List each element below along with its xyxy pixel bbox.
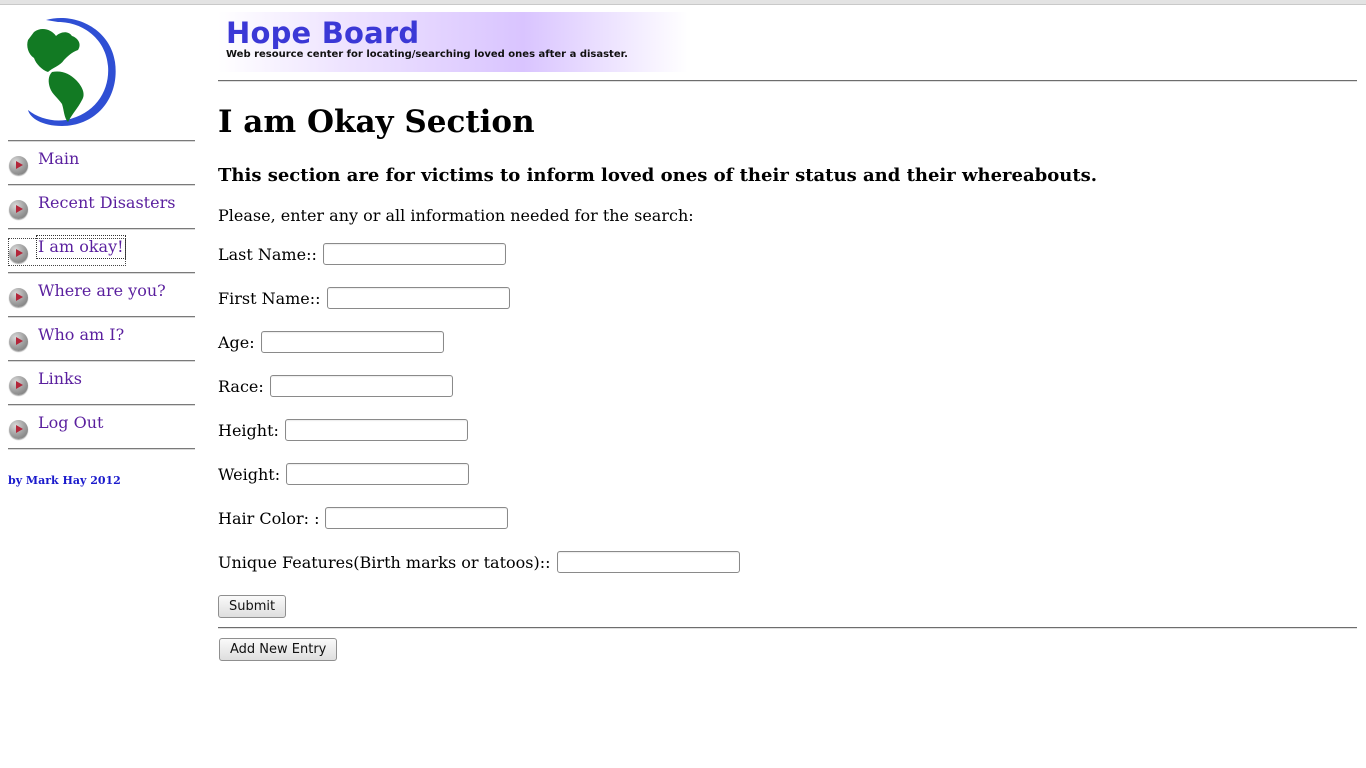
unique-features-label: Unique Features(Birth marks or tatoos):: — [218, 552, 551, 572]
first-name-label: First Name:: — [218, 288, 321, 308]
hair-color-label: Hair Color: : — [218, 508, 320, 528]
weight-field[interactable] — [286, 463, 470, 485]
arrow-bullet-icon — [9, 156, 28, 175]
first-name-row: First Name:: — [218, 286, 510, 310]
nav-item-links[interactable]: Links — [8, 362, 195, 404]
arrow-bullet-icon — [9, 288, 28, 307]
site-title: Hope Board — [226, 16, 420, 50]
nav-item-main[interactable]: Main — [8, 142, 195, 184]
arrow-bullet-icon — [9, 376, 28, 395]
age-field[interactable] — [260, 331, 444, 353]
age-label: Age: — [218, 332, 255, 352]
last-name-field[interactable] — [322, 243, 506, 265]
unique-features-field[interactable] — [556, 551, 740, 573]
page-subtitle: This section are for victims to inform l… — [218, 165, 1098, 186]
arrow-bullet-icon — [9, 200, 28, 219]
race-field[interactable] — [269, 375, 453, 397]
browser-top-border — [0, 0, 1366, 5]
height-label: Height: — [218, 420, 279, 440]
nav-item-label[interactable]: Links — [38, 369, 82, 389]
page-title: I am Okay Section — [218, 104, 535, 140]
arrow-bullet-icon — [9, 420, 28, 439]
nav-item-who-am-i[interactable]: Who am I? — [8, 318, 195, 360]
last-name-row: Last Name:: — [218, 242, 506, 266]
nav-item-log-out[interactable]: Log Out — [8, 406, 195, 448]
author-credit: by Mark Hay 2012 — [8, 474, 121, 487]
nav-item-label[interactable]: Log Out — [38, 413, 103, 433]
hair-color-field[interactable] — [325, 507, 509, 529]
nav-item-label[interactable]: Main — [38, 149, 79, 169]
last-name-label: Last Name:: — [218, 244, 317, 264]
submit-button[interactable]: Submit — [218, 595, 287, 618]
nav-item-where-are-you[interactable]: Where are you? — [8, 274, 195, 316]
age-row: Age: — [218, 330, 444, 354]
form-instructions: Please, enter any or all information nee… — [218, 206, 694, 225]
arrow-bullet-icon — [9, 244, 28, 263]
hair-color-row: Hair Color: : — [218, 506, 509, 530]
globe-logo-icon — [12, 14, 122, 130]
site-banner: Hope Board Web resource center for locat… — [218, 12, 688, 72]
weight-label: Weight: — [218, 464, 281, 484]
nav-item-recent-disasters[interactable]: Recent Disasters — [8, 186, 195, 228]
height-field[interactable] — [284, 419, 468, 441]
form-divider — [218, 627, 1357, 629]
unique-features-row: Unique Features(Birth marks or tatoos):: — [218, 550, 740, 574]
nav-item-label[interactable]: I am okay! — [36, 235, 126, 259]
arrow-bullet-icon — [9, 332, 28, 351]
nav-item-label[interactable]: Who am I? — [38, 325, 124, 345]
nav-item-i-am-okay[interactable]: I am okay! — [8, 230, 195, 272]
site-tagline: Web resource center for locating/searchi… — [226, 49, 628, 60]
nav-divider — [8, 448, 195, 450]
race-row: Race: — [218, 374, 453, 398]
nav-item-label[interactable]: Recent Disasters — [38, 193, 175, 213]
nav-item-label[interactable]: Where are you? — [38, 281, 166, 301]
weight-row: Weight: — [218, 462, 470, 486]
first-name-field[interactable] — [326, 287, 510, 309]
header-divider — [218, 80, 1357, 82]
sidebar: Main Recent Disasters I am okay! Where a… — [8, 14, 195, 487]
height-row: Height: — [218, 418, 468, 442]
race-label: Race: — [218, 376, 264, 396]
add-new-entry-button[interactable]: Add New Entry — [219, 638, 338, 661]
